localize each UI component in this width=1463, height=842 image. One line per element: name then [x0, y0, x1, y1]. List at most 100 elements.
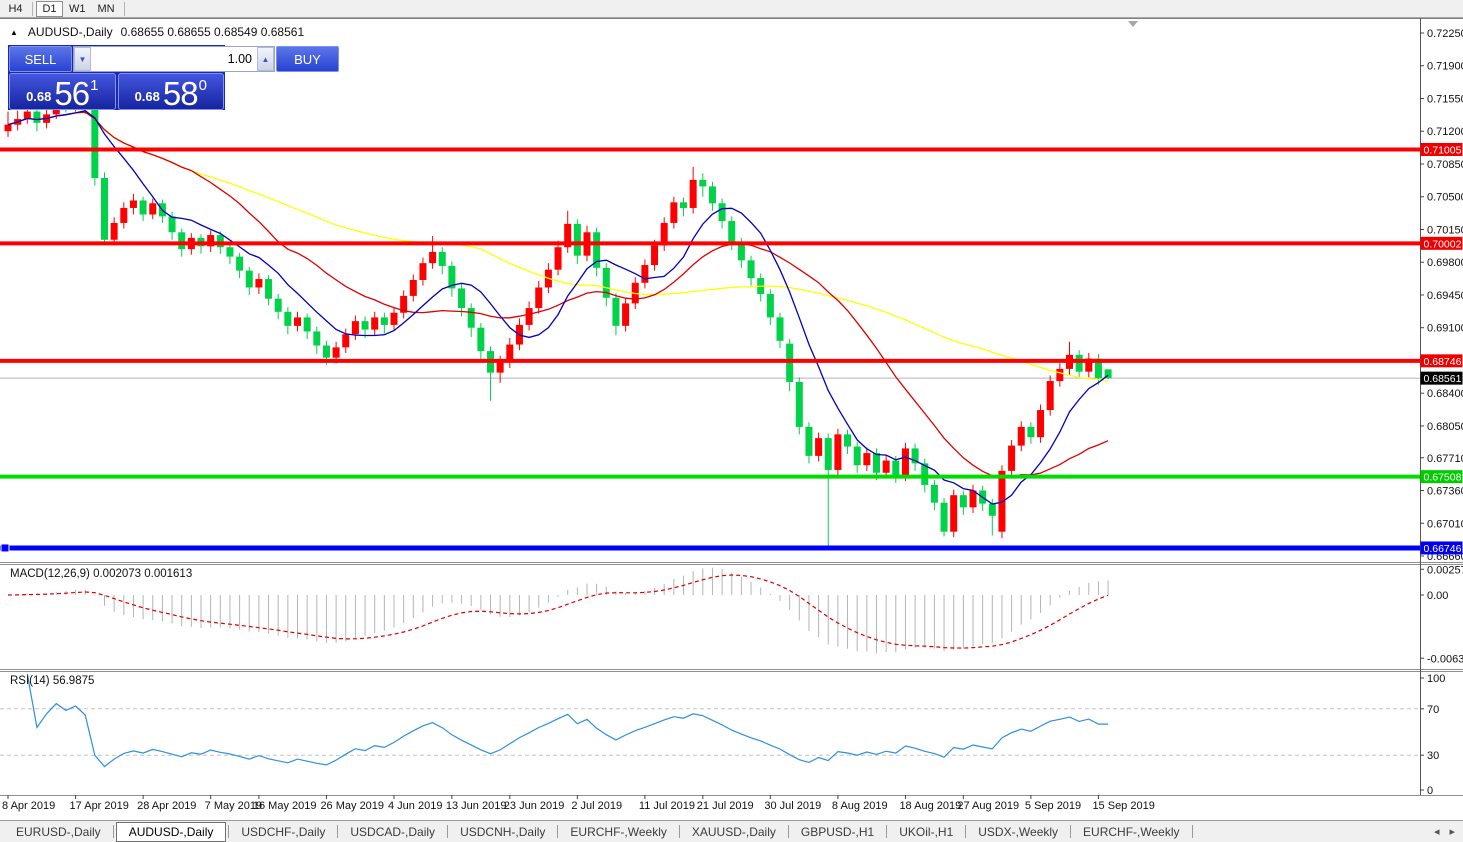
- svg-text:0.68746: 0.68746: [1424, 356, 1462, 368]
- svg-text:0.00: 0.00: [1427, 590, 1448, 602]
- scroll-marker-icon: [1128, 21, 1138, 27]
- svg-text:30 Jul 2019: 30 Jul 2019: [764, 800, 821, 812]
- svg-text:0.72250: 0.72250: [1427, 28, 1463, 40]
- chart-tab-eurchf-weekly[interactable]: EURCHF-,Weekly: [560, 823, 676, 841]
- svg-text:0.67360: 0.67360: [1427, 486, 1463, 498]
- chart-tab-usdcnh-daily[interactable]: USDCNH-,Daily: [450, 823, 555, 841]
- chart-tab-xauusd-daily[interactable]: XAUUSD-,Daily: [682, 823, 786, 841]
- tab-divider: [1070, 825, 1072, 838]
- price-chart-canvas[interactable]: 0.72250 0.71900 0.71550 0.71200 0.70850 0.705…: [0, 18, 1463, 820]
- volume-decrease-button[interactable]: ▼: [74, 47, 91, 71]
- buy-price-big-digits: 58: [162, 74, 199, 110]
- svg-text:0.70002: 0.70002: [1424, 238, 1462, 250]
- svg-text:26 May 2019: 26 May 2019: [320, 800, 384, 812]
- tab-divider: [886, 825, 888, 838]
- timeframe-button-h4[interactable]: H4: [2, 1, 29, 17]
- sell-price-prefix: 0.68: [26, 89, 52, 104]
- macd-indicator-label: MACD(12,26,9) 0.002073 0.001613: [10, 568, 193, 580]
- tab-divider: [787, 825, 789, 838]
- triangle-down-icon: ▼: [78, 54, 87, 64]
- svg-text:16 May 2019: 16 May 2019: [253, 800, 317, 812]
- timeframe-button-w1[interactable]: W1: [63, 1, 92, 17]
- tab-divider: [337, 825, 339, 838]
- buy-button[interactable]: BUY: [276, 46, 339, 72]
- volume-increase-button[interactable]: ▲: [257, 47, 274, 71]
- sell-price-big-digits: 56: [54, 74, 90, 110]
- tab-divider: [228, 825, 230, 838]
- sell-price-tile[interactable]: 0.68 56 1: [9, 73, 116, 110]
- sell-button[interactable]: SELL: [9, 46, 72, 72]
- svg-text:100: 100: [1427, 673, 1445, 685]
- timeframe-button-d1[interactable]: D1: [36, 0, 63, 17]
- chart-symbol-label: AUDUSD-,Daily: [27, 25, 113, 39]
- chart-tabs-bar: EURUSD-,Daily AUDUSD-,Daily USDCHF-,Daily U…: [0, 820, 1463, 842]
- timeframe-buttons: H4 D1 W1 MN: [2, 0, 128, 17]
- svg-text:13 Jun 2019: 13 Jun 2019: [446, 800, 507, 812]
- rsi-axis: 100 70 30 0: [1420, 673, 1445, 797]
- svg-text:23 Jun 2019: 23 Jun 2019: [504, 800, 565, 812]
- tab-divider: [447, 825, 449, 838]
- sma-20-line: [7, 111, 1109, 478]
- chart-title: ▲ AUDUSD-,Daily 0.68655 0.68655 0.68549 …: [10, 25, 304, 39]
- tab-scroll-left-icon[interactable]: ◂: [1434, 825, 1440, 838]
- svg-text:-0.006326: -0.006326: [1427, 653, 1463, 665]
- toolbar-separator: [123, 1, 125, 16]
- svg-text:27 Aug 2019: 27 Aug 2019: [957, 800, 1019, 812]
- svg-text:2 Jul 2019: 2 Jul 2019: [571, 800, 622, 812]
- svg-text:8 Aug 2019: 8 Aug 2019: [832, 800, 888, 812]
- svg-text:30: 30: [1427, 750, 1439, 762]
- chart-tab-usdx-weekly[interactable]: USDX-,Weekly: [968, 823, 1068, 841]
- sell-price-pip-digit: 1: [90, 77, 99, 94]
- svg-text:0.70150: 0.70150: [1427, 224, 1463, 236]
- svg-text:70: 70: [1427, 704, 1439, 716]
- chart-workspace: 0.72250 0.71900 0.71550 0.71200 0.70850 0.705…: [0, 18, 1463, 820]
- tab-divider: [678, 825, 680, 838]
- svg-text:0.71200: 0.71200: [1427, 126, 1463, 138]
- rsi-layer: [0, 673, 1420, 768]
- svg-text:0.68561: 0.68561: [1424, 373, 1462, 385]
- chart-tab-ukoil-h1[interactable]: UKOil-,H1: [889, 823, 963, 841]
- volume-input[interactable]: [91, 47, 257, 71]
- horizontal-levels-layer[interactable]: [0, 147, 1420, 553]
- tab-scroll-right-icon[interactable]: ▸: [1449, 825, 1455, 838]
- buy-price-pip-digit: 0: [198, 77, 207, 94]
- chart-tab-usdcad-daily[interactable]: USDCAD-,Daily: [340, 823, 445, 841]
- chart-tabs: EURUSD-,Daily AUDUSD-,Daily USDCHF-,Daily U…: [0, 821, 1195, 842]
- svg-text:0.68400: 0.68400: [1427, 388, 1463, 400]
- svg-text:21 Jul 2019: 21 Jul 2019: [697, 800, 754, 812]
- buy-price-tile[interactable]: 0.68 58 0: [117, 73, 224, 110]
- trade-panel-top-row: SELL ▼ ▲ BUY: [9, 46, 339, 72]
- tab-divider: [557, 825, 559, 838]
- chart-tab-eurusd-daily[interactable]: EURUSD-,Daily: [6, 823, 111, 841]
- chart-tab-usdchf-daily[interactable]: USDCHF-,Daily: [231, 823, 335, 841]
- timeframe-button-mn[interactable]: MN: [92, 1, 121, 17]
- collapse-triangle-icon[interactable]: ▲: [10, 28, 18, 37]
- svg-text:0.69800: 0.69800: [1427, 257, 1463, 269]
- line-drag-handle: [0, 543, 10, 553]
- svg-text:0.71550: 0.71550: [1427, 93, 1463, 105]
- svg-text:0.71900: 0.71900: [1427, 61, 1463, 73]
- svg-text:18 Aug 2019: 18 Aug 2019: [899, 800, 961, 812]
- toolbar-separator: [32, 1, 33, 16]
- svg-text:0: 0: [1427, 785, 1433, 797]
- svg-text:0.71005: 0.71005: [1424, 144, 1462, 156]
- svg-text:0.70500: 0.70500: [1427, 192, 1463, 204]
- svg-text:0.70850: 0.70850: [1427, 159, 1463, 171]
- rsi-line: [26, 673, 1109, 768]
- svg-text:0.002574: 0.002574: [1427, 564, 1463, 576]
- chart-tab-gbpusd-h1[interactable]: GBPUSD-,H1: [791, 823, 884, 841]
- chart-tab-eurchf-weekly[interactable]: EURCHF-,Weekly: [1073, 823, 1189, 841]
- triangle-up-icon: ▲: [261, 54, 270, 64]
- svg-text:15 Sep 2019: 15 Sep 2019: [1092, 800, 1154, 812]
- svg-text:8 Apr 2019: 8 Apr 2019: [2, 800, 55, 812]
- chart-tab-audusd-daily[interactable]: AUDUSD-,Daily: [115, 821, 227, 842]
- volume-control: ▼ ▲: [73, 46, 275, 72]
- macd-layer: [7, 567, 1109, 653]
- svg-text:0.67710: 0.67710: [1427, 453, 1463, 465]
- sma-8-line: [7, 109, 1109, 505]
- timeframe-toolbar: H4 D1 W1 MN: [0, 0, 1463, 18]
- tab-divider: [965, 825, 967, 838]
- pane-frame-layer: [0, 18, 1463, 796]
- trade-panel-price-row: 0.68 56 1 0.68 58 0: [9, 73, 224, 110]
- tab-scroll-arrows: ◂ ▸: [1434, 825, 1463, 838]
